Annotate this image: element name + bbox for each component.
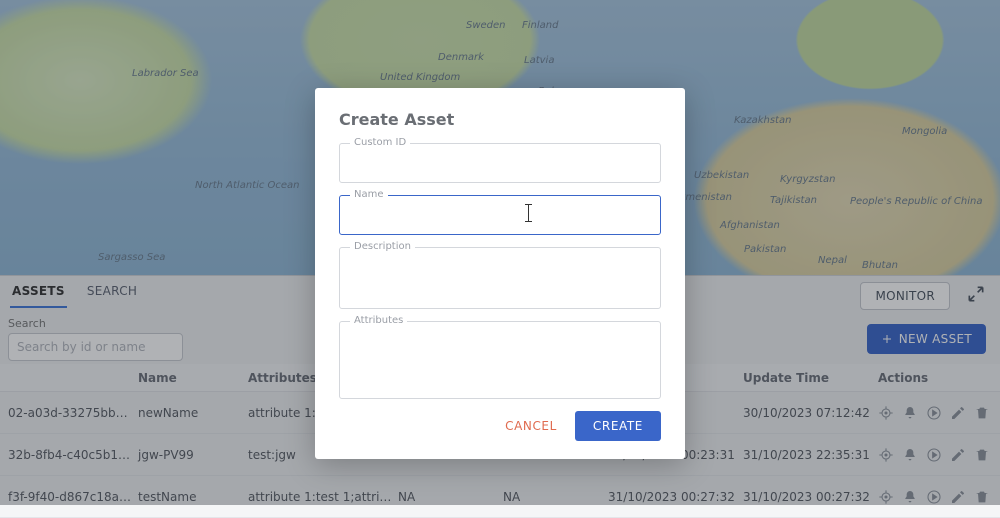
dialog-title: Create Asset xyxy=(339,110,661,129)
input-description[interactable] xyxy=(340,248,660,304)
field-label-description: Description xyxy=(350,241,415,252)
field-description[interactable]: Description xyxy=(339,247,661,309)
create-button[interactable]: CREATE xyxy=(575,411,661,441)
cancel-button[interactable]: CANCEL xyxy=(499,411,563,441)
text-caret-icon xyxy=(528,205,529,221)
field-name[interactable]: Name xyxy=(339,195,661,235)
field-label-name: Name xyxy=(350,189,388,200)
input-attributes[interactable] xyxy=(340,322,660,394)
dialog-footer: CANCEL CREATE xyxy=(339,411,661,441)
input-custom-id[interactable] xyxy=(340,144,660,182)
create-asset-dialog: Create Asset Custom ID Name Description … xyxy=(315,88,685,459)
field-label-attributes: Attributes xyxy=(350,315,407,326)
field-label-custom-id: Custom ID xyxy=(350,137,410,148)
input-name[interactable] xyxy=(340,196,660,234)
field-attributes[interactable]: Attributes xyxy=(339,321,661,399)
field-custom-id[interactable]: Custom ID xyxy=(339,143,661,183)
